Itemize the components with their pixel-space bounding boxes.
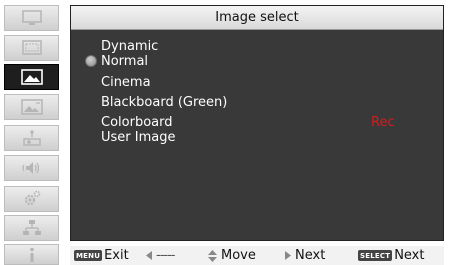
gear-icon — [24, 190, 40, 206]
projector-setting-icon — [22, 130, 41, 146]
image-icon — [20, 69, 43, 85]
image-select-panel: Image select Dynamic Normal Cinema Black… — [70, 5, 444, 241]
exit-label: Exit — [104, 248, 129, 263]
sidebar-item-sound[interactable] — [4, 155, 59, 181]
monitor-icon — [21, 10, 42, 25]
network-icon — [22, 220, 41, 235]
back-hint: ----- — [146, 246, 175, 265]
select-next-label: Next — [394, 248, 425, 263]
option-dynamic[interactable]: Dynamic — [101, 39, 158, 55]
menu-key-icon: MENU — [74, 250, 103, 261]
selected-radio-icon — [85, 55, 97, 67]
option-user-image[interactable]: User Image — [101, 130, 175, 146]
colorboard-rec-badge: Rec — [371, 115, 395, 130]
select-next-hint[interactable]: SELECT Next — [358, 246, 424, 265]
next-label: Next — [295, 248, 326, 263]
left-arrow-icon — [146, 251, 152, 260]
next-hint: Next — [285, 246, 325, 265]
info-icon — [29, 247, 34, 262]
move-hint: Move — [208, 246, 256, 265]
option-blackboard-green[interactable]: Blackboard (Green) — [101, 95, 227, 111]
exit-hint[interactable]: MENU Exit — [74, 246, 129, 265]
sound-icon — [21, 162, 39, 174]
right-arrow-icon — [285, 251, 291, 260]
menu-sidebar — [0, 0, 63, 265]
screen-icon — [21, 40, 42, 55]
help-bar: MENU Exit ----- Move Next SELECT Next — [70, 246, 444, 265]
option-normal[interactable]: Normal — [101, 54, 148, 70]
option-colorboard[interactable]: Colorboard — [101, 115, 172, 131]
sidebar-item-information[interactable] — [4, 244, 59, 265]
sidebar-item-display[interactable] — [4, 5, 59, 31]
image-adjust-icon — [20, 99, 43, 115]
sidebar-item-image-adjust[interactable] — [4, 94, 59, 120]
sidebar-item-extended[interactable] — [4, 186, 59, 212]
move-label: Move — [221, 248, 256, 263]
sidebar-item-screen[interactable] — [4, 35, 59, 61]
sidebar-item-network[interactable] — [4, 215, 59, 241]
up-down-arrow-icon — [208, 249, 217, 262]
sidebar-item-setting[interactable] — [4, 125, 59, 151]
select-key-icon: SELECT — [358, 250, 393, 261]
sidebar-item-image[interactable] — [4, 64, 59, 90]
back-dashes: ----- — [156, 248, 175, 263]
option-cinema[interactable]: Cinema — [101, 75, 151, 91]
panel-title: Image select — [71, 6, 443, 30]
